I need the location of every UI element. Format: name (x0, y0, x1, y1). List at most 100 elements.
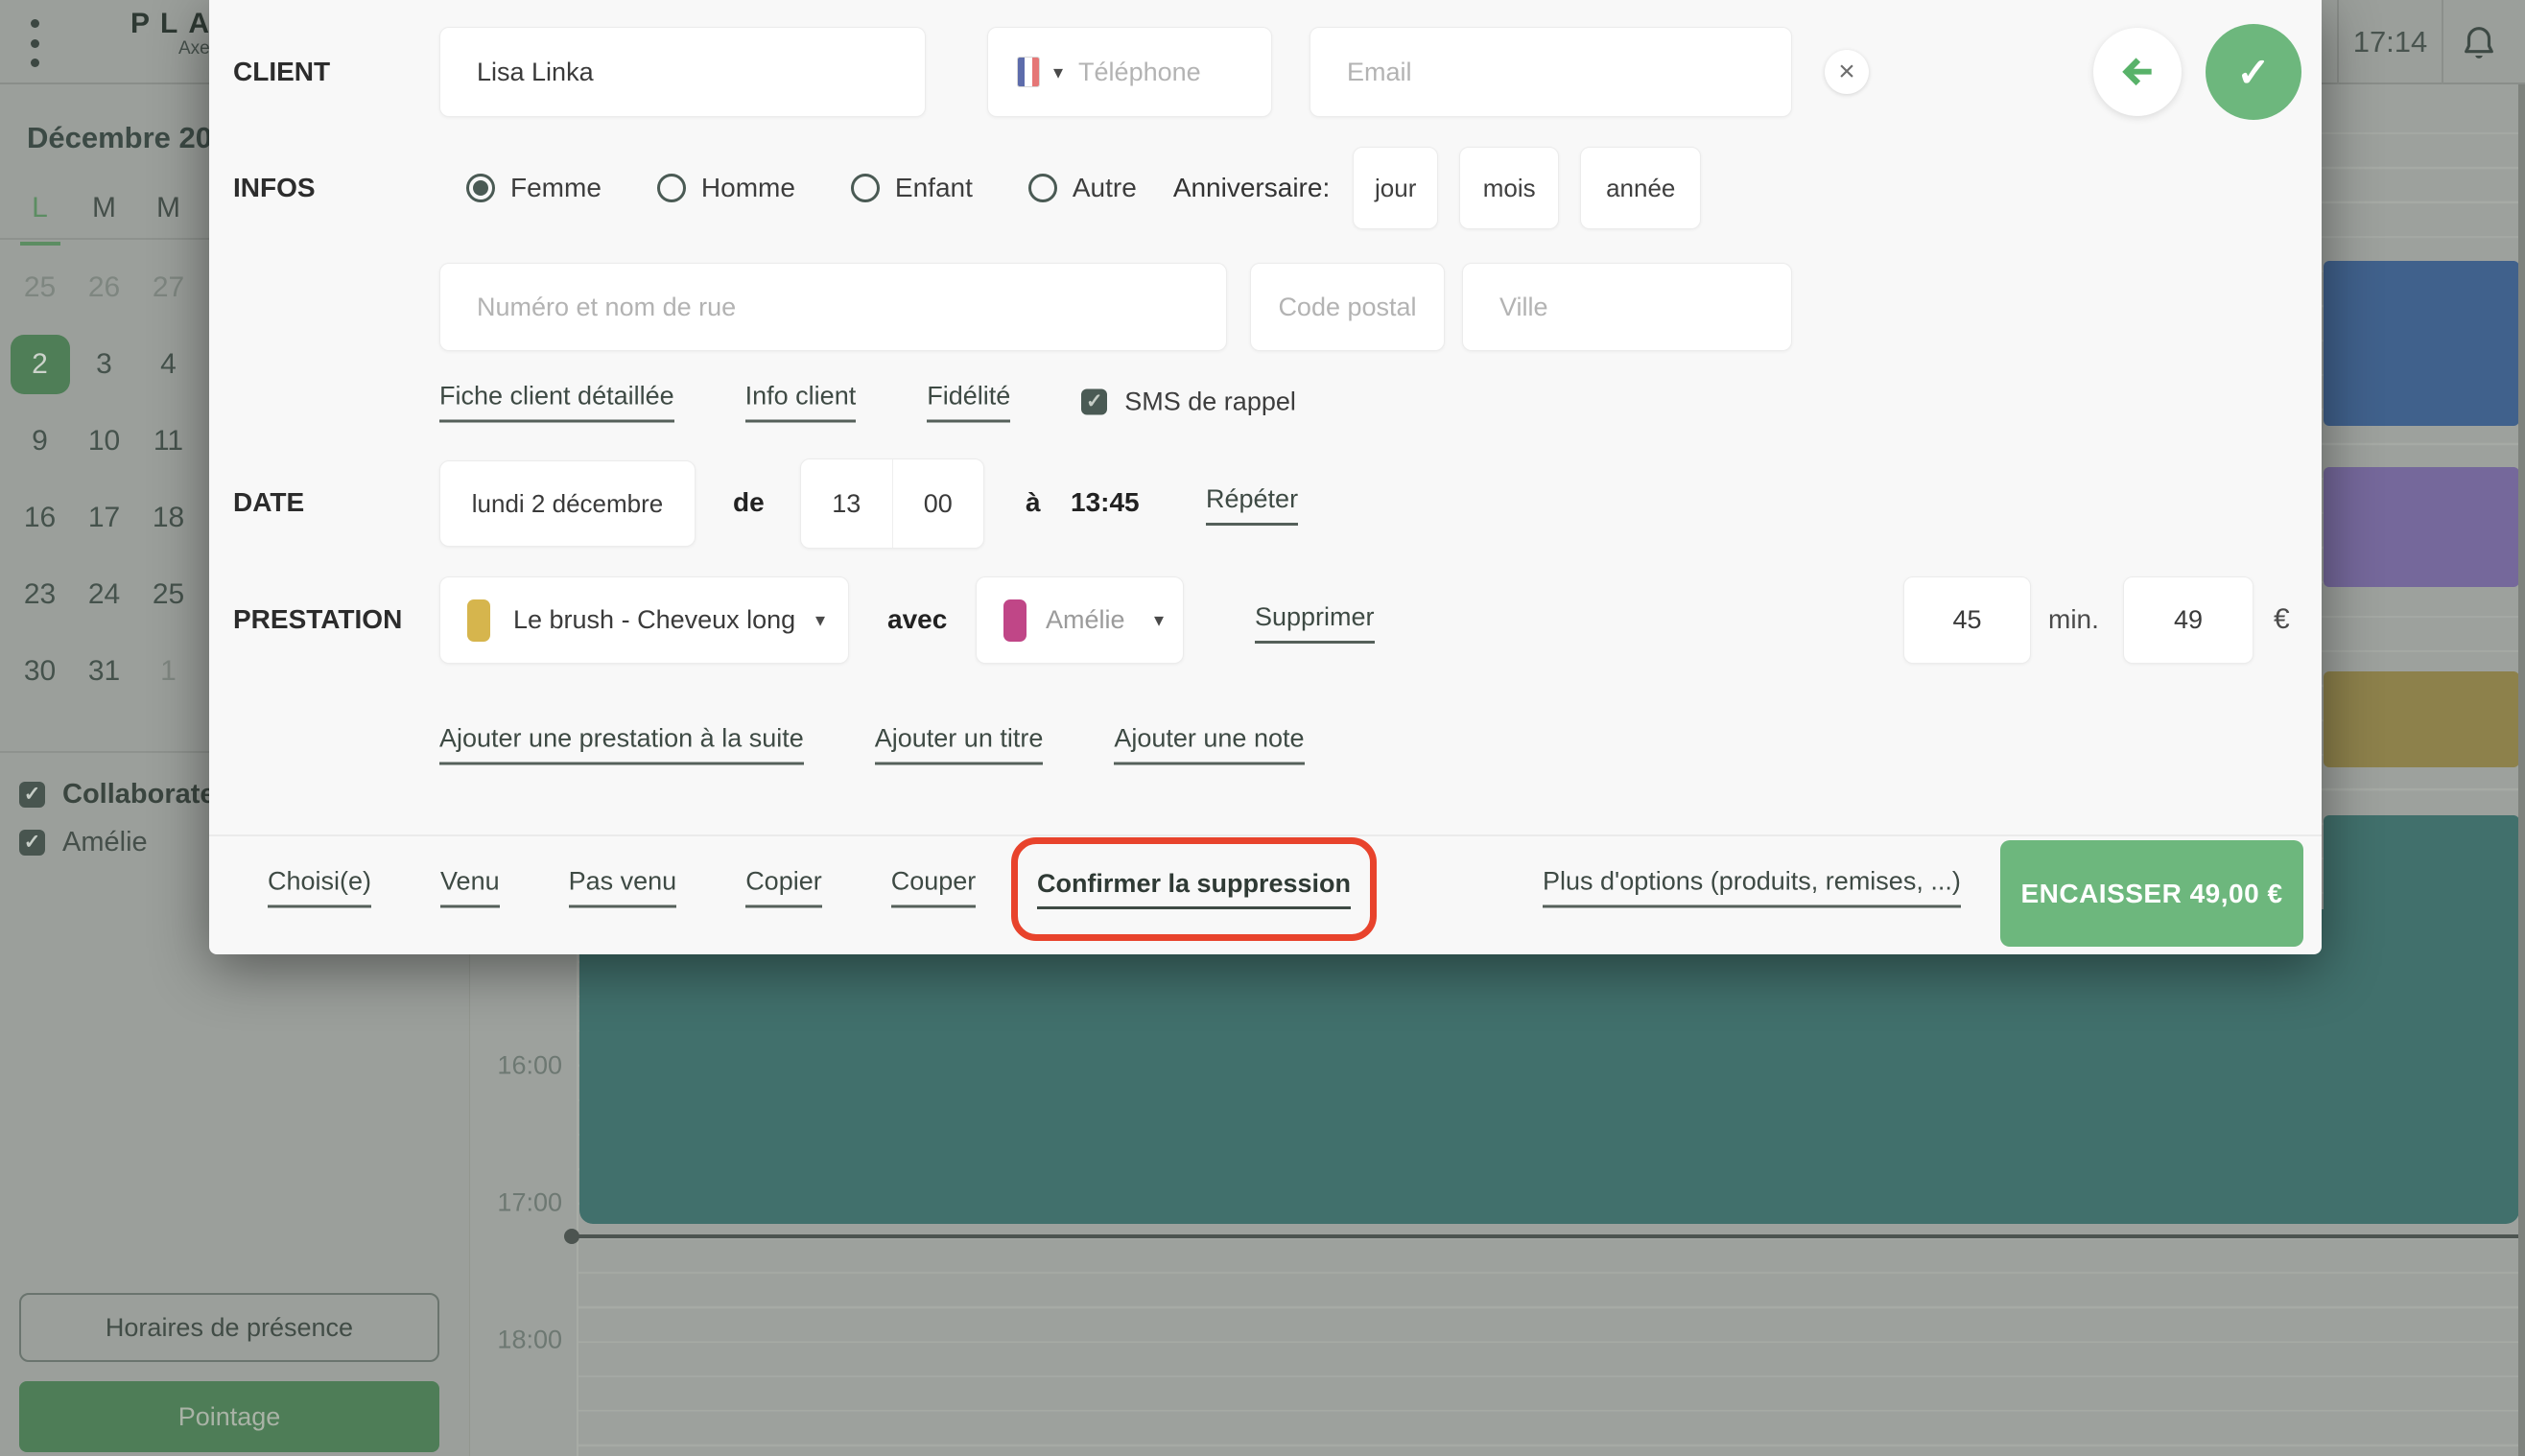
email-input[interactable]: Email (1310, 27, 1792, 117)
client-detail-link[interactable]: Fiche client détaillée (439, 382, 674, 423)
calendar-day[interactable]: 18 (136, 480, 201, 556)
radio-icon (1027, 174, 1057, 202)
client-links-row: Fiche client détaillée Info client Fidél… (439, 382, 1296, 423)
client-name-input[interactable]: Lisa Linka (439, 27, 926, 117)
time-label: 17:00 (497, 1187, 562, 1217)
bell-icon[interactable] (2456, 21, 2502, 67)
sms-reminder-label: SMS de rappel (1124, 387, 1296, 416)
loyalty-link[interactable]: Fidélité (927, 382, 1011, 423)
add-title-link[interactable]: Ajouter un titre (874, 724, 1044, 765)
current-time-dot (564, 1229, 579, 1244)
client-row-label: CLIENT (233, 57, 331, 86)
price-input[interactable]: 49 (2123, 576, 2254, 664)
calendar-day[interactable]: 25 (8, 249, 72, 326)
calendar-day[interactable]: 27 (136, 249, 201, 326)
appointment-block-blue[interactable] (2324, 261, 2519, 426)
radio-icon (656, 174, 686, 202)
clear-client-button[interactable]: × (1825, 50, 1869, 94)
chevron-down-icon: ▾ (1153, 610, 1164, 631)
vertical-scrollbar[interactable] (2518, 84, 2525, 1456)
birthday-day-input[interactable]: jour (1353, 147, 1439, 229)
calendar-day[interactable]: 24 (72, 556, 136, 633)
calendar-day[interactable]: 23 (8, 556, 72, 633)
calendar-day[interactable]: 4 (136, 326, 201, 403)
add-note-link[interactable]: Ajouter une note (1114, 724, 1305, 765)
chevron-down-icon: ▾ (814, 610, 825, 631)
chevron-down-icon[interactable]: ▾ (1053, 60, 1063, 84)
city-input[interactable]: Ville (1462, 263, 1792, 351)
calendar-day[interactable]: 30 (8, 633, 72, 710)
calendar-day[interactable]: 17 (72, 480, 136, 556)
birthday-year-input[interactable]: année (1580, 147, 1702, 229)
add-links-row: Ajouter une prestation à la suite Ajoute… (439, 724, 1305, 765)
radio-label: Autre (1072, 173, 1137, 202)
end-time: 13:45 (1071, 487, 1140, 517)
french-flag-icon[interactable] (1017, 57, 1040, 87)
calendar-day[interactable]: 25 (136, 556, 201, 633)
service-name: Le brush - Cheveux long (513, 605, 796, 634)
prestation-row-label: PRESTATION (233, 604, 403, 634)
birthday-label: Anniversaire: (1172, 173, 1331, 202)
street-input[interactable]: Numéro et nom de rue (439, 263, 1227, 351)
kebab-menu-icon[interactable] (29, 19, 40, 67)
staff-select[interactable]: Amélie ▾ (976, 576, 1184, 664)
confirm-delete-highlight: Confirmer la suppression (1011, 837, 1377, 941)
gender-radio-enfant[interactable]: Enfant (850, 173, 973, 203)
minute-input[interactable]: 00 (891, 459, 984, 548)
calendar-day[interactable]: 11 (136, 403, 201, 480)
calendar-day[interactable]: 16 (8, 480, 72, 556)
repeat-link[interactable]: Répéter (1206, 484, 1299, 526)
more-options-link[interactable]: Plus d'options (produits, remises, ...) (1543, 867, 1961, 908)
radio-icon (850, 174, 880, 202)
zip-input[interactable]: Code postal (1250, 263, 1445, 351)
copy-link[interactable]: Copier (745, 867, 822, 908)
back-button[interactable] (2093, 28, 2182, 116)
appointment-modal: CLIENT Lisa Linka ▾ Téléphone Email × ✓ … (209, 0, 2322, 954)
service-select[interactable]: Le brush - Cheveux long ▾ (439, 576, 849, 664)
clock: 17:14 (2337, 0, 2443, 84)
hour-input[interactable]: 13 (801, 459, 892, 548)
collaborator-amelie-toggle[interactable]: Amélie (19, 827, 148, 858)
date-picker[interactable]: lundi 2 décembre (439, 460, 696, 547)
add-prestation-link[interactable]: Ajouter une prestation à la suite (439, 724, 804, 765)
calendar-day[interactable]: 31 (72, 633, 136, 710)
gender-radio-autre[interactable]: Autre (1027, 173, 1137, 203)
gender-radio-homme[interactable]: Homme (656, 173, 795, 203)
sms-reminder-toggle[interactable]: SMS de rappel (1081, 387, 1296, 417)
status-chosen-link[interactable]: Choisi(e) (268, 867, 372, 908)
gender-radio-group: Femme Homme Enfant Autre Anniversaire: j… (466, 147, 1702, 229)
calendar-day[interactable]: 3 (72, 326, 136, 403)
birthday-month-input[interactable]: mois (1459, 147, 1560, 229)
phone-input[interactable]: ▾ Téléphone (987, 27, 1272, 117)
currency-label: € (2274, 603, 2290, 635)
status-came-link[interactable]: Venu (440, 867, 500, 908)
appointment-block-purple[interactable] (2324, 467, 2519, 587)
status-noshow-link[interactable]: Pas venu (568, 867, 677, 908)
validate-button[interactable]: ✓ (2206, 24, 2301, 120)
cut-link[interactable]: Couper (890, 867, 977, 908)
appointment-block-teal[interactable] (579, 909, 2519, 1224)
calendar-day[interactable]: 10 (72, 403, 136, 480)
duration-unit: min. (2048, 604, 2099, 634)
collaborators-group-toggle[interactable]: Collaborate (19, 779, 216, 810)
calendar-day[interactable]: 26 (72, 249, 136, 326)
presence-hours-button[interactable]: Horaires de présence (19, 1293, 439, 1362)
calendar-day[interactable]: 1 (136, 633, 201, 710)
confirm-delete-link[interactable]: Confirmer la suppression (1036, 869, 1352, 909)
checkbox-checked-icon (19, 830, 45, 856)
with-label: avec (887, 604, 948, 634)
appointment-block-olive[interactable] (2324, 671, 2519, 767)
checkbox-checked-icon (1081, 388, 1108, 415)
calendar-day-selected[interactable]: 2 (8, 326, 72, 403)
checkout-button[interactable]: ENCAISSER 49,00 € (2000, 840, 2303, 947)
calendar-day[interactable]: 9 (8, 403, 72, 480)
delete-prestation-link[interactable]: Supprimer (1255, 602, 1375, 644)
date-value: lundi 2 décembre (471, 488, 664, 518)
pointage-button[interactable]: Pointage (19, 1381, 439, 1452)
time-label: 18:00 (497, 1325, 562, 1354)
staff-name: Amélie (1046, 605, 1125, 634)
gender-radio-femme[interactable]: Femme (466, 173, 602, 203)
duration-input[interactable]: 45 (1903, 576, 2031, 664)
client-info-link[interactable]: Info client (744, 382, 857, 423)
arrow-left-icon (2122, 58, 2152, 86)
